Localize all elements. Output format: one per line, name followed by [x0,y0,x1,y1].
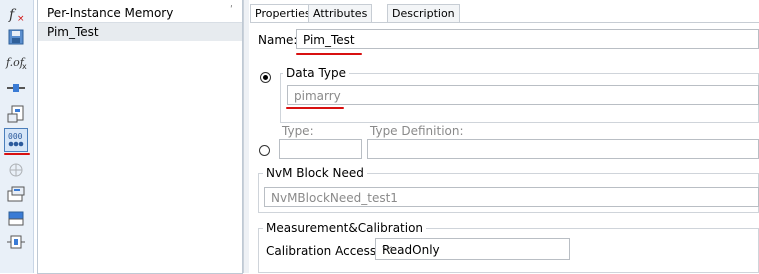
save-icon[interactable] [4,27,28,47]
annotation-underline-toolbar [4,153,30,155]
type-label: Type: [282,124,314,138]
calibration-access-label: Calibration Access: [266,244,381,258]
type-definition-label: Type Definition: [370,124,464,138]
type-field[interactable] [279,139,362,159]
tab-description[interactable]: Description [387,4,460,23]
svg-text:000: 000 [8,132,23,141]
data-element-icon[interactable] [4,184,28,204]
type-definition-field[interactable] [367,139,759,159]
tab-attributes[interactable]: Attributes [308,4,373,23]
data-type-group-title: Data Type [283,66,350,80]
data-type-field[interactable]: pimarry [287,85,759,105]
type-radio[interactable] [259,145,270,156]
name-label: Name: [258,33,298,47]
svg-text:x: x [22,62,27,71]
radio-selected-dot [263,75,268,80]
per-instance-memory-icon[interactable]: 000 [4,128,28,152]
svg-text:f: f [8,7,17,23]
mc-group-title: Measurement&Calibration [263,221,427,235]
block-icon[interactable] [4,208,28,228]
nvm-group-title: NvM Block Need [263,166,367,180]
element-list-panel: Per-Instance Memory ʹ Pim_Test [37,0,243,274]
list-column-header[interactable]: Per-Instance Memory ʹ [38,4,242,23]
name-field[interactable]: Pim_Test [296,29,759,49]
component-icon[interactable] [4,104,28,124]
annotation-underline-name [296,53,362,55]
tab-properties[interactable]: Properties [250,4,316,23]
list-item-label: Pim_Test [47,25,99,39]
name-value: Pim_Test [303,33,355,47]
nvm-block-need-field[interactable]: NvMBlockNeed_test1 [264,187,759,207]
connector-icon[interactable] [4,78,28,98]
network-icon[interactable] [4,160,28,180]
nvm-value: NvMBlockNeed_test1 [271,191,398,205]
panel-splitter[interactable] [243,0,249,273]
svg-text:×: × [17,14,25,23]
tab-underline [250,22,759,23]
annotation-underline-datatype [286,107,344,109]
sort-indicator-icon[interactable]: ʹ [230,5,233,16]
port-icon[interactable] [4,232,28,252]
calibration-access-select[interactable]: ReadOnly ﹀ [375,238,570,260]
chevron-down-icon: ﹀ [382,247,392,258]
list-item[interactable]: Pim_Test [38,23,242,41]
list-header-label: Per-Instance Memory [47,6,174,20]
left-toolbar: f × f.of x 000 [0,0,34,273]
data-type-value: pimarry [294,89,341,103]
data-type-radio[interactable] [260,72,271,83]
function-of-function-icon[interactable]: f.of x [4,52,28,72]
function-icon[interactable]: f × [4,4,28,24]
